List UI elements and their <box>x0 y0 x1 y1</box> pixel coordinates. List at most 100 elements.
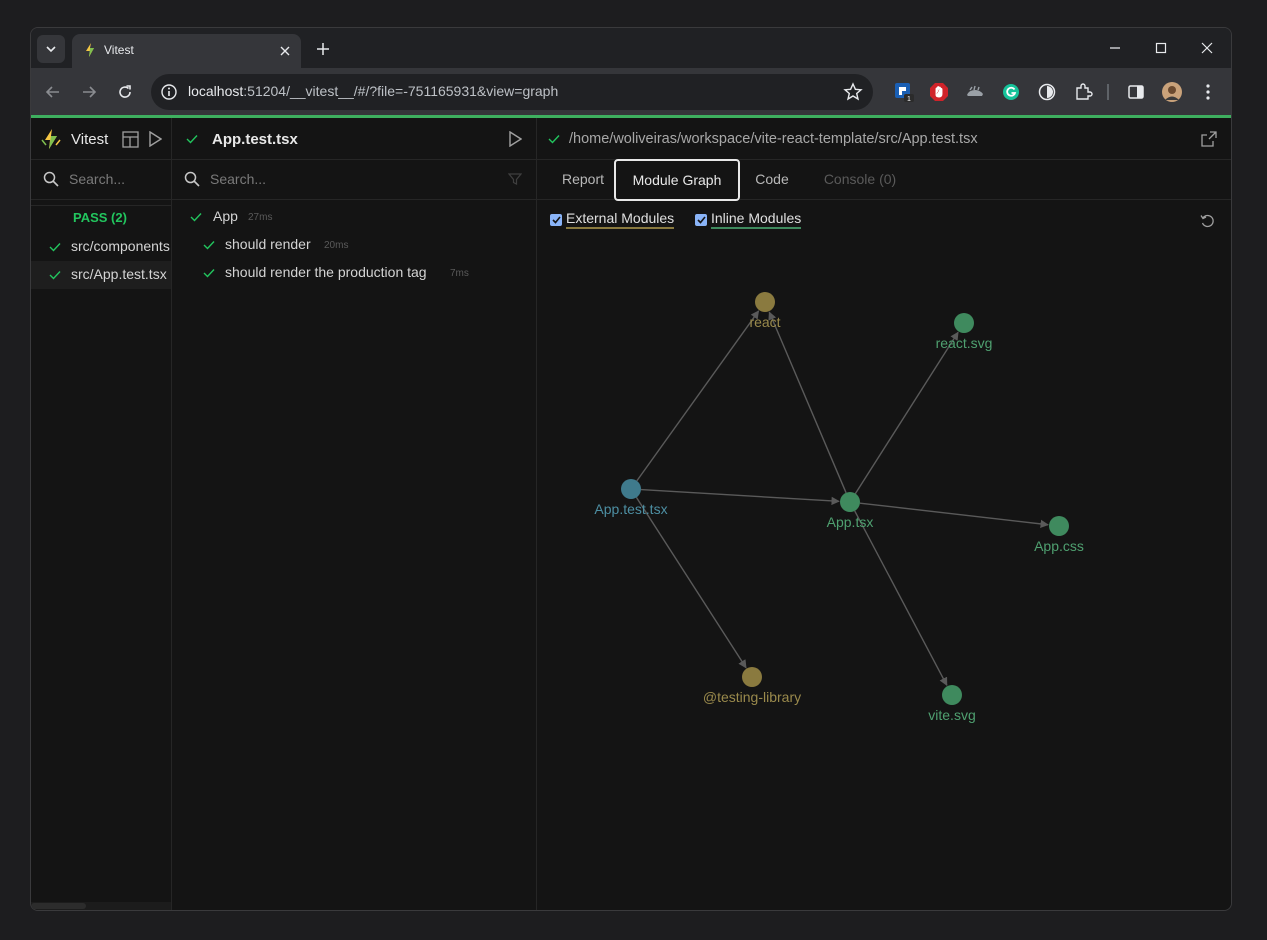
explorer-search <box>31 159 171 200</box>
test-row[interactable]: should render 20ms <box>172 233 536 259</box>
graph-node[interactable]: vite.svg <box>928 685 976 723</box>
file-item[interactable]: src/components <box>31 233 171 261</box>
vitest-ui: Vitest PASS (2) src/compon <box>31 118 1231 910</box>
site-info-icon[interactable] <box>160 83 178 101</box>
explorer-header: Vitest <box>31 118 171 160</box>
extension-icon[interactable] <box>1072 81 1094 103</box>
test-panel: App.test.tsx App 27ms <box>172 118 537 910</box>
test-duration: 7ms <box>450 268 469 279</box>
file-title: App.test.tsx <box>212 131 298 148</box>
test-name: should render the production tag <box>225 264 427 280</box>
scrollbar-thumb[interactable] <box>31 903 86 909</box>
play-icon[interactable] <box>146 130 164 148</box>
graph-node-circle[interactable] <box>942 685 962 705</box>
toolbar-divider <box>1107 84 1109 100</box>
extension-icon[interactable] <box>928 81 950 103</box>
tab-console[interactable]: Console (0) <box>809 159 911 199</box>
search-icon <box>42 170 60 188</box>
graph-node[interactable]: App.css <box>1034 516 1084 554</box>
tab-code[interactable]: Code <box>743 159 801 199</box>
graph-node-label: react <box>749 314 780 330</box>
inline-modules-toggle[interactable]: Inline Modules <box>695 210 835 234</box>
tab-report[interactable]: Report <box>545 159 621 199</box>
reload-icon[interactable] <box>113 80 137 104</box>
filter-icon[interactable] <box>507 171 523 187</box>
dashboard-icon[interactable] <box>121 130 139 148</box>
file-item-selected[interactable]: src/App.test.tsx <box>31 261 171 289</box>
horizontal-scrollbar[interactable] <box>31 902 171 910</box>
search-input[interactable] <box>210 169 490 189</box>
graph-node-label: react.svg <box>936 335 993 351</box>
graph-node-circle[interactable] <box>954 313 974 333</box>
window-close-icon[interactable] <box>1193 36 1221 60</box>
graph-edge <box>859 502 1049 529</box>
check-icon <box>547 133 561 145</box>
extension-icon[interactable]: 1 <box>893 81 915 103</box>
graph-node-circle[interactable] <box>840 492 860 512</box>
test-suite-row[interactable]: App 27ms <box>172 205 536 231</box>
graph-edge <box>636 310 760 482</box>
svg-text:1: 1 <box>907 96 911 103</box>
tab-module-graph[interactable]: Module Graph <box>614 159 740 201</box>
tab-search-icon[interactable] <box>37 35 65 63</box>
play-icon[interactable] <box>506 130 524 148</box>
external-modules-toggle[interactable]: External Modules <box>550 210 690 234</box>
reset-icon[interactable] <box>1198 212 1216 230</box>
url-host: localhost <box>188 83 244 99</box>
graph-node-circle[interactable] <box>742 667 762 687</box>
profile-avatar[interactable] <box>1161 81 1183 103</box>
search-icon <box>183 170 201 188</box>
test-name: App <box>213 208 238 224</box>
check-icon <box>189 211 203 223</box>
module-graph[interactable]: react react.svg App.test.tsx App.tsx App.css… <box>537 238 1231 818</box>
extension-icon[interactable] <box>1000 81 1022 103</box>
forward-icon[interactable] <box>77 80 101 104</box>
check-icon <box>202 267 216 279</box>
detail-panel: /home/woliveiras/workspace/vite-react-te… <box>537 118 1231 910</box>
graph-node-circle[interactable] <box>621 479 641 499</box>
graph-node[interactable]: App.test.tsx <box>594 479 668 517</box>
checkbox-checked-icon[interactable] <box>550 214 562 226</box>
external-link-icon[interactable] <box>1200 130 1218 148</box>
search-input[interactable] <box>69 169 164 189</box>
graph-node-label: @testing-library <box>703 689 801 705</box>
maximize-icon[interactable] <box>1147 36 1175 60</box>
browser-toolbar: localhost:51204/__vitest__/#/?file=-7511… <box>31 68 1231 115</box>
menu-icon[interactable] <box>1197 81 1219 103</box>
vitest-logo-icon <box>82 42 98 58</box>
check-icon <box>202 239 216 251</box>
test-duration: 27ms <box>248 212 273 223</box>
graph-edge <box>640 488 840 506</box>
detail-tabs: Report Module Graph Code Console (0) <box>537 159 1231 201</box>
url-path: :51204/__vitest__/#/?file=-751165931&vie… <box>243 83 559 99</box>
graph-node-circle[interactable] <box>1049 516 1069 536</box>
graph-node-label: vite.svg <box>928 707 975 723</box>
graph-node[interactable]: @testing-library <box>703 667 801 705</box>
vitest-logo-icon <box>40 128 62 150</box>
browser-window: Vitest localhost:51204/__vitest__/#/?fil… <box>30 27 1232 911</box>
pass-divider <box>31 205 171 206</box>
tab-strip: Vitest <box>31 28 1231 68</box>
check-icon <box>48 240 62 254</box>
minimize-icon[interactable] <box>1101 36 1129 60</box>
address-bar[interactable]: localhost:51204/__vitest__/#/?file=-7511… <box>151 74 873 110</box>
back-icon[interactable] <box>41 80 65 104</box>
plus-icon[interactable] <box>312 38 334 60</box>
checkbox-checked-icon[interactable] <box>695 214 707 226</box>
check-icon <box>185 133 199 145</box>
test-row[interactable]: should render the production tag 7ms <box>172 261 536 287</box>
external-modules-label: External Modules <box>566 210 675 229</box>
sidebar-icon[interactable] <box>1125 81 1147 103</box>
detail-header: /home/woliveiras/workspace/vite-react-te… <box>537 118 1231 160</box>
graph-node[interactable]: react.svg <box>936 313 993 351</box>
graph-node[interactable]: App.tsx <box>827 492 874 530</box>
browser-tab-vitest[interactable]: Vitest <box>72 34 301 68</box>
extension-icon[interactable] <box>964 81 986 103</box>
extension-icon[interactable] <box>1036 81 1058 103</box>
tab-title: Vitest <box>104 43 134 57</box>
close-icon[interactable] <box>275 41 295 61</box>
star-icon[interactable] <box>843 82 863 102</box>
check-icon <box>48 268 62 282</box>
graph-node[interactable]: react <box>749 292 781 330</box>
graph-node-circle[interactable] <box>755 292 775 312</box>
